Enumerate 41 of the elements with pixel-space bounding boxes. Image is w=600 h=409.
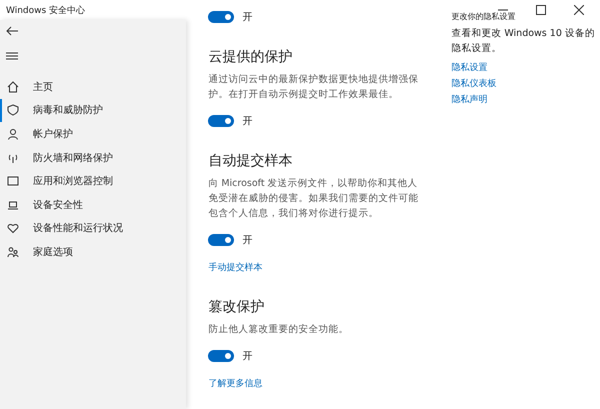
close-icon[interactable] xyxy=(574,5,584,15)
section-title: 篡改保护 xyxy=(208,298,266,316)
privacy-heading: 更改你的隐私设置 xyxy=(451,14,516,20)
privacy-link[interactable]: 隐私仪表板 xyxy=(451,76,496,92)
nav-item[interactable]: 帐户保护 xyxy=(0,122,186,146)
toggle-switch[interactable] xyxy=(208,115,234,127)
toggle-label: 开 xyxy=(242,234,252,247)
section-title: 云提供的保护 xyxy=(208,48,294,66)
nav-item[interactable]: 家庭选项 xyxy=(0,240,186,264)
privacy-link[interactable]: 隐私设置 xyxy=(451,60,488,76)
privacy-link[interactable]: 隐私声明 xyxy=(451,92,488,108)
nav-item[interactable]: 病毒和威胁防护 xyxy=(0,98,186,122)
laptop-icon xyxy=(7,198,19,211)
nav-item[interactable]: 主页 xyxy=(0,75,186,99)
nav-item[interactable]: 应用和浏览器控制 xyxy=(0,169,186,193)
shield-icon xyxy=(7,104,19,116)
family-icon xyxy=(7,246,19,258)
menu-icon[interactable] xyxy=(6,52,18,60)
link[interactable]: 手动提交样本 xyxy=(208,261,262,274)
nav-item[interactable]: 设备安全性 xyxy=(0,192,186,217)
link[interactable]: 了解更多信息 xyxy=(208,377,262,390)
maximize-icon[interactable] xyxy=(536,5,546,15)
toggle-label: 开 xyxy=(242,115,252,128)
heart-icon xyxy=(7,222,19,234)
section-description: 通过访问云中的最新保护数据更快地提供增强保护。在打开自动示例提交时工作效果最佳。 xyxy=(208,73,420,102)
section-title: 自动提交样本 xyxy=(208,152,294,170)
privacy-description: 查看和更改 Windows 10 设备的隐私设置。 xyxy=(451,27,596,56)
person-icon xyxy=(7,128,19,140)
nav-item[interactable]: 设备性能和运行状况 xyxy=(0,216,186,240)
nav-item[interactable]: 防火墙和网络保护 xyxy=(0,146,186,170)
window-icon xyxy=(7,175,19,188)
toggle-switch[interactable] xyxy=(208,350,234,362)
toggle-label: 开 xyxy=(242,11,252,24)
window-title: Windows 安全中心 xyxy=(6,4,86,16)
toggle-switch[interactable] xyxy=(208,11,234,23)
section-description: 防止他人篡改重要的安全功能。 xyxy=(208,323,350,337)
toggle-switch[interactable] xyxy=(208,234,234,246)
back-arrow-icon[interactable] xyxy=(6,26,18,36)
home-icon xyxy=(7,80,19,93)
section-description: 向 Microsoft 发送示例文件，以帮助你和其他人免受潜在威胁的侵害。如果我们需要的文件可能包含个人信息，我们将对你进行提示。 xyxy=(208,177,420,221)
toggle-label: 开 xyxy=(242,350,252,363)
